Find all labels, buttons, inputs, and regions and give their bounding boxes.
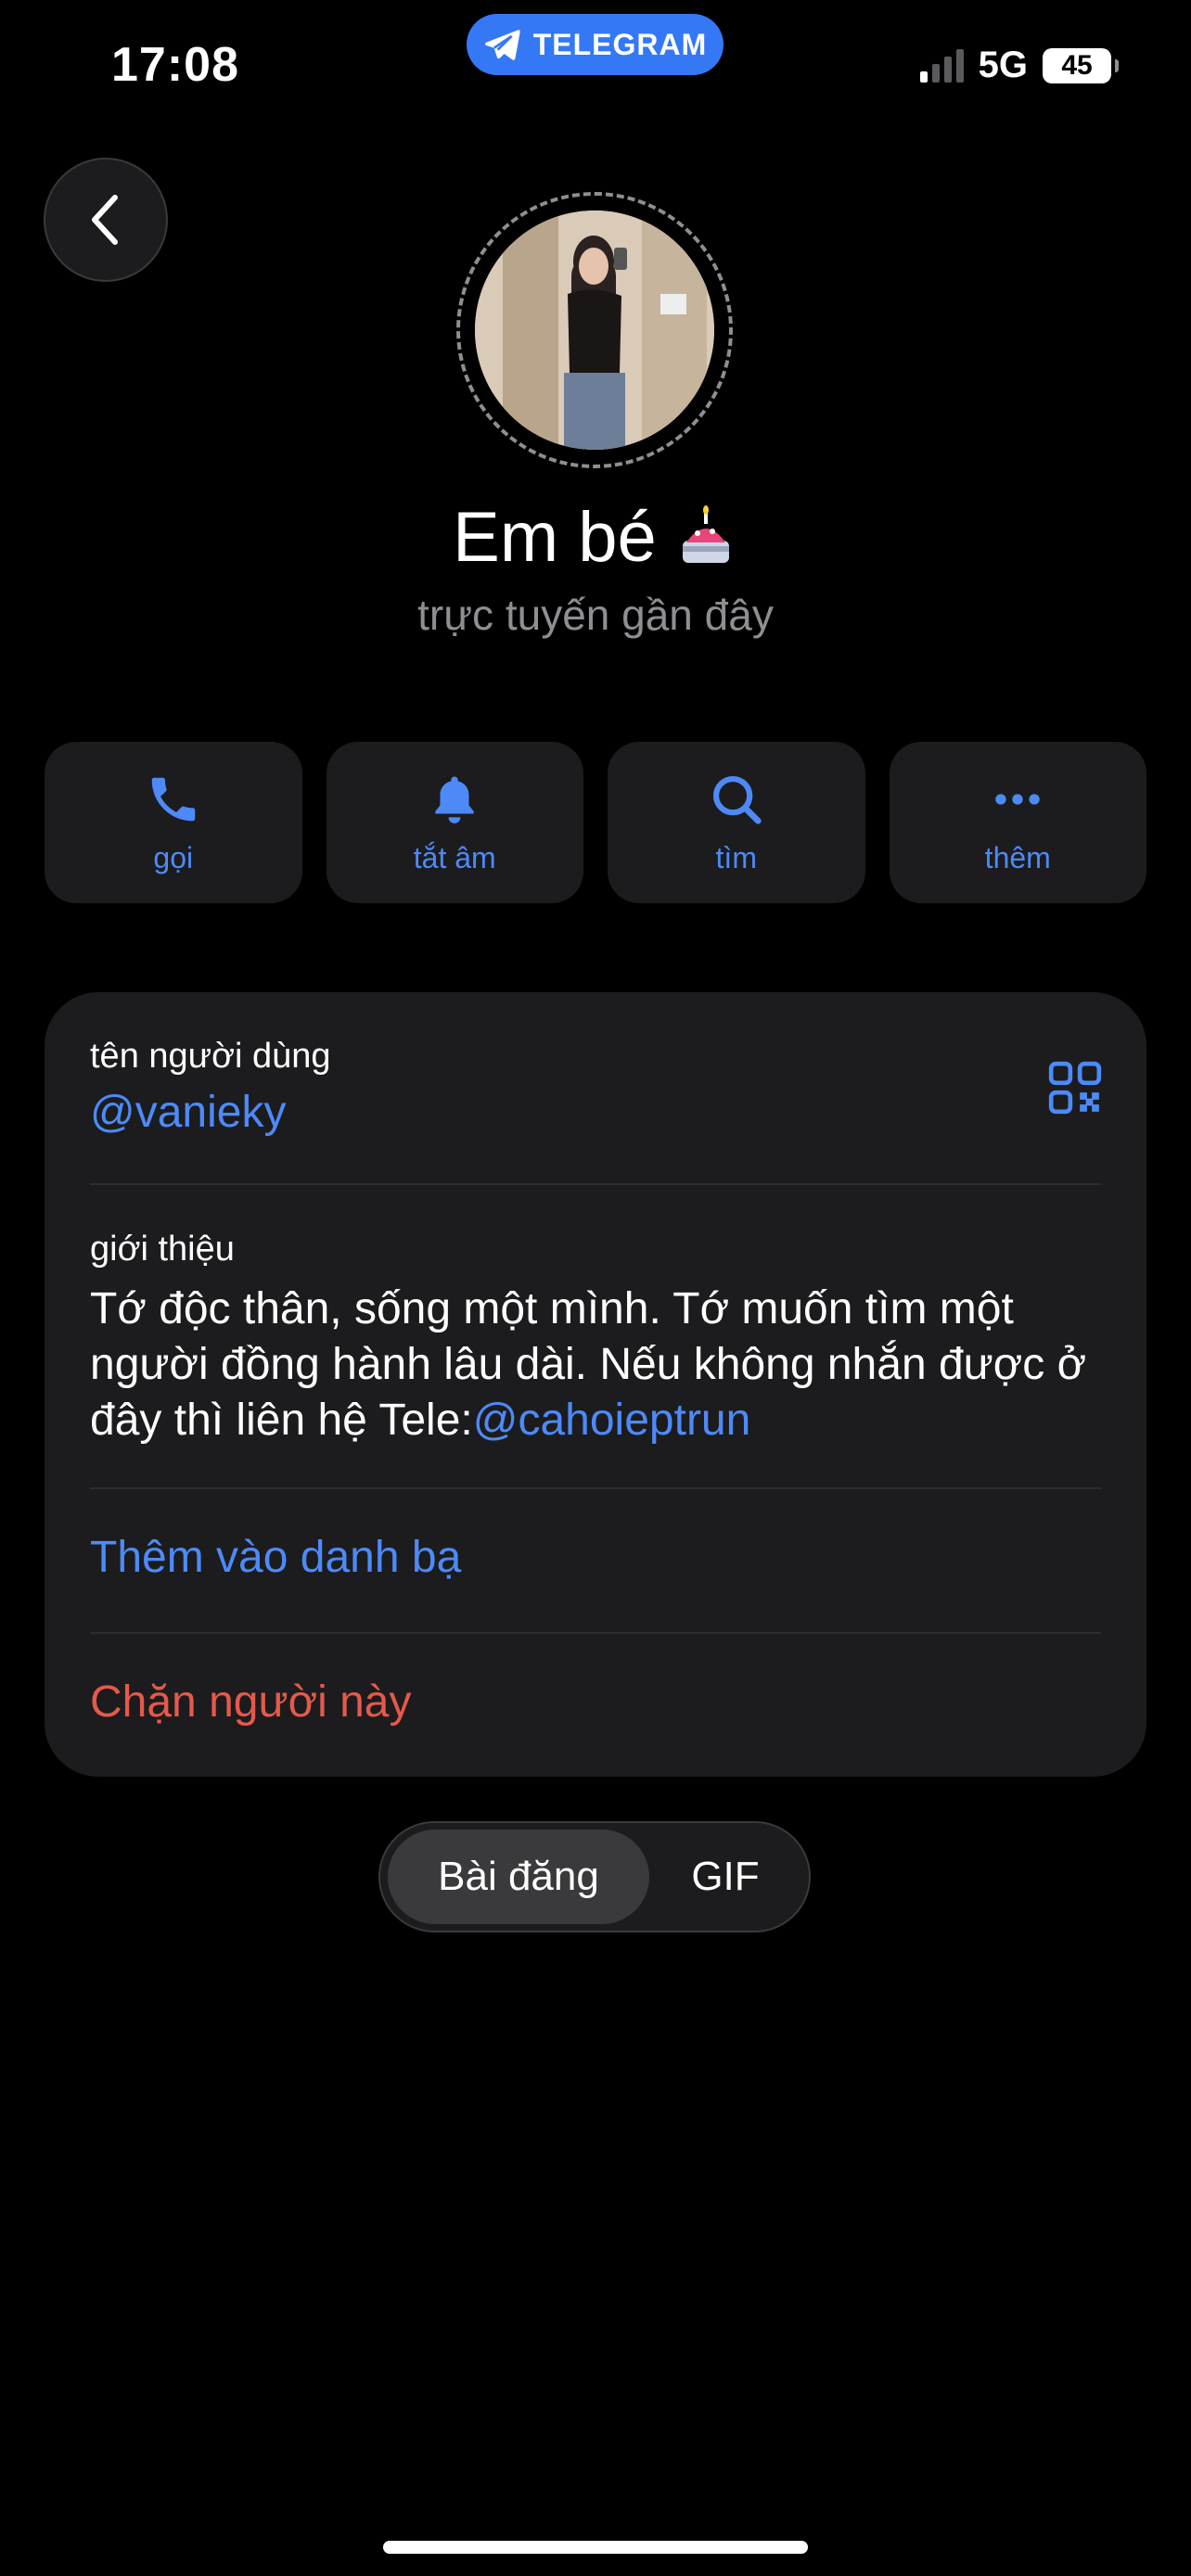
app-pill-label: TELEGRAM [532, 27, 708, 61]
avatar-photo [475, 210, 714, 450]
username-label: tên người dùng [90, 1037, 331, 1076]
bio-text: Tớ độc thân, sống một mình. Tớ muốn tìm … [90, 1282, 1110, 1448]
divider [90, 1632, 1101, 1634]
signal-icon [919, 48, 964, 83]
qr-code-icon[interactable] [1046, 1059, 1104, 1116]
info-card: tên người dùng @vanieky giới thiệu Tớ độ… [45, 992, 1146, 1777]
bio-mention-link[interactable]: @cahoieptrun [473, 1396, 751, 1445]
birthday-cake-icon [682, 504, 729, 563]
action-buttons: gọi tắt âm tìm thêm [45, 742, 1146, 903]
search-button[interactable]: tìm [608, 742, 865, 903]
battery-icon: 45 [1043, 47, 1119, 83]
profile-name: Em bé [453, 498, 657, 577]
bell-icon [435, 775, 474, 823]
divider [90, 1183, 1101, 1185]
home-indicator[interactable] [383, 2541, 808, 2554]
call-button[interactable]: gọi [45, 742, 302, 903]
paper-plane-icon [484, 30, 520, 60]
mute-label: tắt âm [413, 840, 496, 874]
more-label: thêm [984, 840, 1051, 874]
telegram-pill[interactable]: TELEGRAM [467, 14, 724, 75]
block-user-button[interactable]: Chặn người này [90, 1677, 411, 1728]
avatar-story-ring[interactable] [456, 192, 733, 468]
search-icon [712, 775, 762, 824]
phone-icon [151, 777, 195, 821]
divider [90, 1487, 1101, 1489]
battery-level: 45 [1061, 49, 1093, 81]
add-contact-button[interactable]: Thêm vào danh bạ [90, 1532, 461, 1583]
network-type: 5G [978, 45, 1028, 85]
back-button[interactable] [44, 158, 168, 282]
last-seen-status: trực tuyến gần đây [417, 591, 774, 639]
mute-button[interactable]: tắt âm [326, 742, 583, 903]
chevron-left-icon [92, 195, 118, 245]
search-label: tìm [715, 840, 757, 874]
ellipsis-icon [995, 793, 1041, 805]
call-label: gọi [153, 840, 194, 874]
bio-label: giới thiệu [90, 1230, 235, 1269]
status-time: 17:08 [111, 38, 239, 92]
tab-posts[interactable]: Bài đăng [388, 1830, 649, 1924]
media-tabs: Bài đăng GIF [378, 1821, 811, 1932]
more-button[interactable]: thêm [889, 742, 1146, 903]
tab-gif[interactable]: GIF [649, 1830, 801, 1924]
avatar [475, 210, 714, 450]
profile-name-row: Em bé [0, 497, 1191, 578]
username-link[interactable]: @vanieky [90, 1087, 286, 1138]
status-indicators: 5G 45 [919, 45, 1119, 86]
profile-screen: 17:08 TELEGRAM 5G 45 Em bé trực tuyến gầ… [0, 0, 1191, 2576]
